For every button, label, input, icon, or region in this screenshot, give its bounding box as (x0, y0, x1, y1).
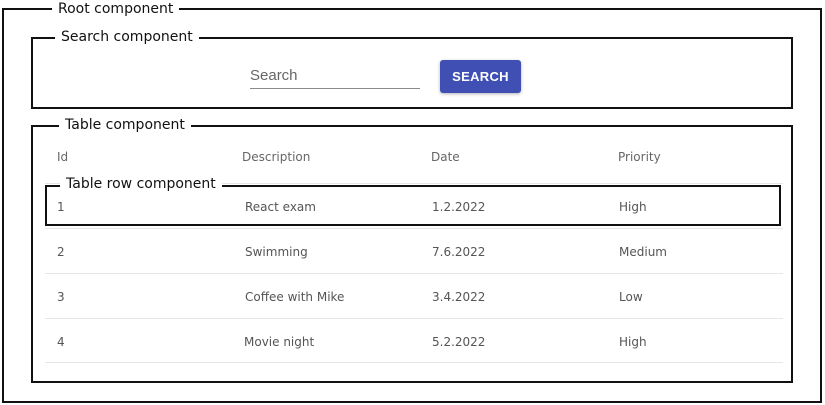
search-input[interactable] (250, 62, 420, 89)
table-cell-id: 3 (57, 290, 65, 304)
column-header-priority: Priority (618, 150, 661, 164)
table-cell-date: 3.4.2022 (432, 290, 486, 304)
table-cell-date: 5.2.2022 (432, 335, 486, 349)
column-header-id: Id (57, 150, 69, 164)
table-cell-priority: High (619, 335, 647, 349)
table-cell-description: Swimming (245, 245, 308, 259)
search-component-label: Search component (55, 29, 199, 45)
search-button[interactable]: SEARCH (440, 60, 521, 93)
table-component-label: Table component (59, 117, 191, 133)
table-cell-priority: Low (619, 290, 643, 304)
column-header-description: Description (242, 150, 311, 164)
table-cell-description: Movie night (244, 335, 315, 349)
table-row-component-label: Table row component (60, 176, 222, 192)
table-cell-id: 2 (57, 245, 65, 259)
table-cell-priority: Medium (619, 245, 667, 259)
root-component-label: Root component (52, 1, 180, 17)
row-divider (45, 318, 783, 319)
table-cell-description: Coffee with Mike (245, 290, 345, 304)
table-cell-id: 4 (57, 335, 65, 349)
table-cell-date: 7.6.2022 (432, 245, 486, 259)
table-component-frame (31, 125, 793, 383)
row-divider (45, 228, 783, 229)
column-header-date: Date (431, 150, 460, 164)
row-divider (45, 273, 783, 274)
row-divider (45, 362, 783, 363)
